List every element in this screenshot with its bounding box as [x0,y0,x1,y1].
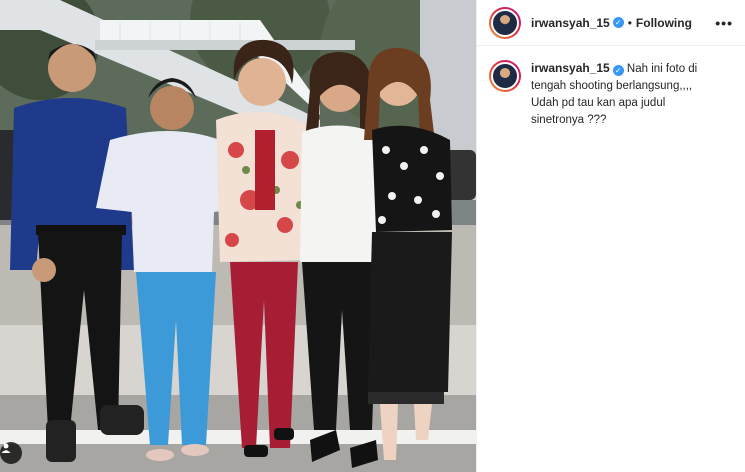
author-username[interactable]: irwansyah_15 [531,16,610,30]
caption-username[interactable]: irwansyah_15 [531,61,610,75]
caption-author-avatar[interactable] [489,60,521,92]
verified-badge-icon: ✓ [612,17,624,28]
instagram-post: irwansyah_15 ✓ • Following ••• irwansyah… [0,0,745,472]
post-side-panel: irwansyah_15 ✓ • Following ••• irwansyah… [476,0,745,472]
post-caption: irwansyah_15 ✓ Nah ini foto di tengah sho… [477,46,745,129]
following-button[interactable]: Following [636,16,692,30]
author-avatar[interactable] [489,6,521,39]
verified-badge-icon: ✓ [612,65,624,76]
post-photo[interactable] [0,0,476,472]
more-options-icon[interactable]: ••• [715,15,733,31]
header-separator: • [627,15,632,30]
caption-body: irwansyah_15 ✓ Nah ini foto di tengah sho… [531,60,721,129]
photo-illustration [0,0,476,472]
post-header: irwansyah_15 ✓ • Following ••• [477,0,745,46]
user-tag-icon[interactable] [0,442,22,464]
